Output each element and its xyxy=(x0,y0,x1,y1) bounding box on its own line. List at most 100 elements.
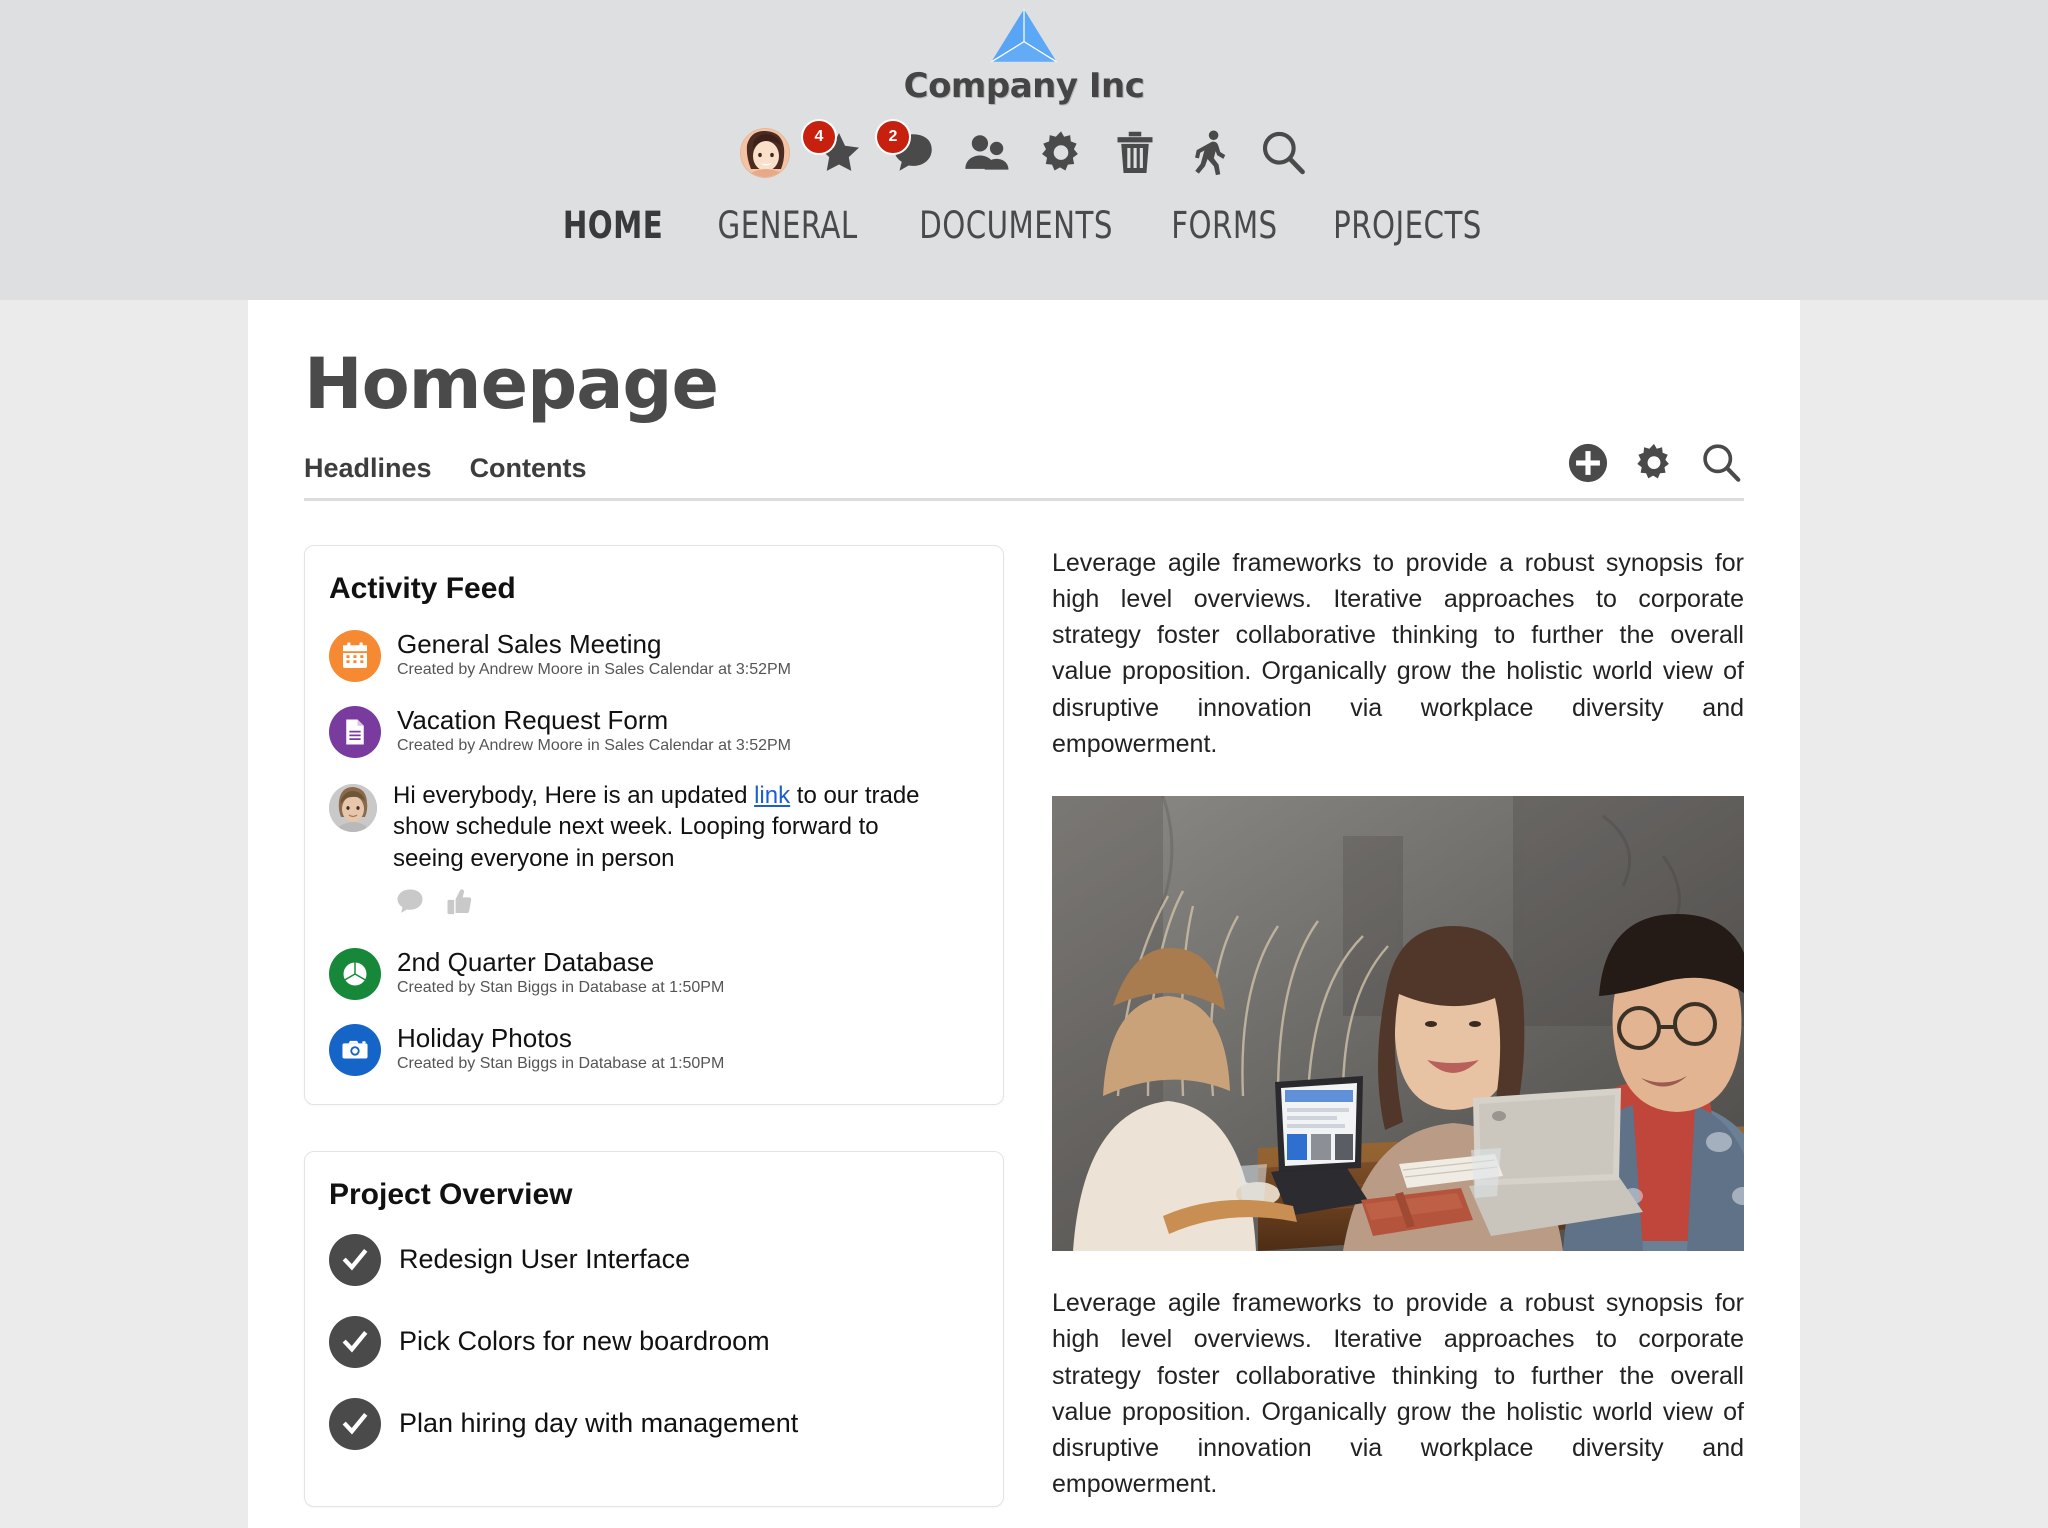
project-overview-title: Project Overview xyxy=(329,1177,573,1211)
activity-feed-card: Activity Feed General Sales Meeting Crea… xyxy=(304,544,1004,1105)
check-icon[interactable] xyxy=(329,1397,381,1450)
avatar-photo-icon xyxy=(741,129,789,177)
list-item-title: General Sales Meeting xyxy=(397,628,662,659)
header-icon-strip: 4 2 xyxy=(739,119,1309,184)
activity-button[interactable] xyxy=(1183,127,1235,179)
intro-paragraph: Leverage agile frameworks to provide a r… xyxy=(1052,548,1744,758)
trash-icon xyxy=(1117,131,1153,173)
page-title: Homepage xyxy=(304,343,719,425)
search-button[interactable] xyxy=(1698,440,1744,486)
post-text-before: Hi everybody, Here is an updated xyxy=(393,781,755,809)
nav-item-general[interactable]: GENERAL xyxy=(718,204,858,247)
calendar-icon xyxy=(329,629,381,682)
brand-block[interactable]: Company Inc xyxy=(904,6,1145,106)
main-navigation: HOME GENERAL DOCUMENTS FORMS PROJECTS xyxy=(556,204,1491,247)
gear-icon xyxy=(1042,131,1078,171)
list-item-title: Vacation Request Form xyxy=(397,704,669,735)
list-item-label: Plan hiring day with management xyxy=(399,1408,799,1439)
left-column: Activity Feed General Sales Meeting Crea… xyxy=(304,544,1004,1507)
search-icon xyxy=(1703,443,1741,482)
page-tools xyxy=(1566,440,1744,486)
comment-icon xyxy=(397,889,423,913)
nav-item-home[interactable]: HOME xyxy=(563,204,663,247)
checkmark-glyph-icon xyxy=(342,1330,368,1352)
nav-item-projects[interactable]: PROJECTS xyxy=(1333,204,1482,247)
check-icon[interactable] xyxy=(329,1315,381,1368)
list-item[interactable]: 2nd Quarter Database Created by Stan Big… xyxy=(329,946,979,1000)
camera-icon xyxy=(329,1023,381,1076)
list-item[interactable]: Redesign User Interface xyxy=(329,1233,979,1286)
settings-button[interactable] xyxy=(1632,441,1676,485)
list-item[interactable]: Pick Colors for new boardroom xyxy=(329,1315,979,1368)
list-item-text: 2nd Quarter Database Created by Stan Big… xyxy=(397,946,724,998)
outro-paragraph: Leverage agile frameworks to provide a r… xyxy=(1052,1289,1744,1499)
team-meeting-illustration-icon xyxy=(1052,796,1744,1251)
tab-group: Headlines Contents xyxy=(304,453,587,484)
list-item-meta: Created by Stan Biggs in Database at 1:5… xyxy=(397,979,725,997)
list-item-text: Holiday Photos Created by Stan Biggs in … xyxy=(397,1022,724,1074)
list-item-meta: Created by Andrew Moore in Sales Calenda… xyxy=(397,737,791,755)
list-item-label: Pick Colors for new boardroom xyxy=(399,1326,770,1357)
document-glyph-icon xyxy=(346,719,364,744)
pyramid-logo-icon xyxy=(991,9,1057,63)
post-link[interactable]: link xyxy=(754,782,790,809)
user-avatar[interactable] xyxy=(739,127,791,179)
calendar-glyph-icon xyxy=(343,641,367,668)
checkmark-glyph-icon xyxy=(342,1248,368,1270)
document-icon xyxy=(329,705,381,758)
list-item-title: 2nd Quarter Database xyxy=(397,946,655,977)
check-icon[interactable] xyxy=(329,1233,381,1286)
page-tabbar: Headlines Contents xyxy=(304,440,1744,501)
messages-button[interactable]: 2 xyxy=(875,119,939,179)
walking-person-icon xyxy=(1195,130,1226,176)
nav-item-forms[interactable]: FORMS xyxy=(1171,204,1277,247)
list-item[interactable]: Plan hiring day with management xyxy=(329,1397,979,1450)
list-item-text: Vacation Request Form Created by Andrew … xyxy=(397,704,791,756)
list-item-meta: Created by Andrew Moore in Sales Calenda… xyxy=(397,661,791,679)
post-text: Hi everybody, Here is an updated link to… xyxy=(393,780,953,875)
tab-headlines[interactable]: Headlines xyxy=(304,453,432,484)
checkmark-glyph-icon xyxy=(342,1412,368,1434)
like-button[interactable] xyxy=(441,885,475,924)
list-item-title: Holiday Photos xyxy=(397,1022,572,1053)
activity-feed-title: Activity Feed xyxy=(329,571,516,605)
brand-name: Company Inc xyxy=(903,66,1145,106)
people-button[interactable] xyxy=(961,127,1013,179)
content-sheet: Homepage Headlines Contents Activity Fee… xyxy=(248,300,1800,1528)
avatar xyxy=(740,128,790,178)
list-item[interactable]: Vacation Request Form Created by Andrew … xyxy=(329,704,979,758)
gear-icon xyxy=(1637,443,1669,478)
plus-circle-icon xyxy=(1568,443,1608,482)
messages-badge: 2 xyxy=(875,119,911,155)
list-item-label: Redesign User Interface xyxy=(399,1244,691,1275)
favorites-badge: 4 xyxy=(801,119,837,155)
search-button[interactable] xyxy=(1257,127,1309,179)
list-item[interactable]: General Sales Meeting Created by Andrew … xyxy=(329,628,979,682)
list-item-post[interactable]: Hi everybody, Here is an updated link to… xyxy=(329,780,979,924)
settings-button[interactable] xyxy=(1035,127,1087,179)
people-icon xyxy=(965,135,1009,170)
post-actions xyxy=(393,885,953,924)
pie-chart-glyph-icon xyxy=(342,960,368,987)
site-header: Company Inc 4 2 HOME GENERAL DOCUMENTS F… xyxy=(0,0,2048,300)
team-meeting-photo xyxy=(1052,796,1744,1251)
list-item-text: General Sales Meeting Created by Andrew … xyxy=(397,628,791,680)
comment-button[interactable] xyxy=(393,885,427,924)
search-icon xyxy=(1262,131,1305,175)
list-item[interactable]: Holiday Photos Created by Stan Biggs in … xyxy=(329,1022,979,1076)
nav-item-documents[interactable]: DOCUMENTS xyxy=(919,204,1113,247)
tab-contents[interactable]: Contents xyxy=(470,453,587,484)
right-column: Leverage agile frameworks to provide a r… xyxy=(1052,545,1744,1507)
add-button[interactable] xyxy=(1566,441,1610,485)
trash-button[interactable] xyxy=(1109,127,1161,179)
body-columns: Activity Feed General Sales Meeting Crea… xyxy=(304,544,1744,1507)
post-author-avatar xyxy=(329,783,377,832)
favorites-star-button[interactable]: 4 xyxy=(801,119,865,179)
pie-chart-icon xyxy=(329,947,381,1000)
avatar-photo-icon xyxy=(329,783,377,832)
post-content: Hi everybody, Here is an updated link to… xyxy=(393,780,953,924)
project-overview-card: Project Overview Redesign User Interface xyxy=(304,1150,1004,1507)
list-item-meta: Created by Stan Biggs in Database at 1:5… xyxy=(397,1055,725,1073)
thumbs-up-icon xyxy=(447,888,472,914)
camera-glyph-icon xyxy=(342,1040,368,1059)
